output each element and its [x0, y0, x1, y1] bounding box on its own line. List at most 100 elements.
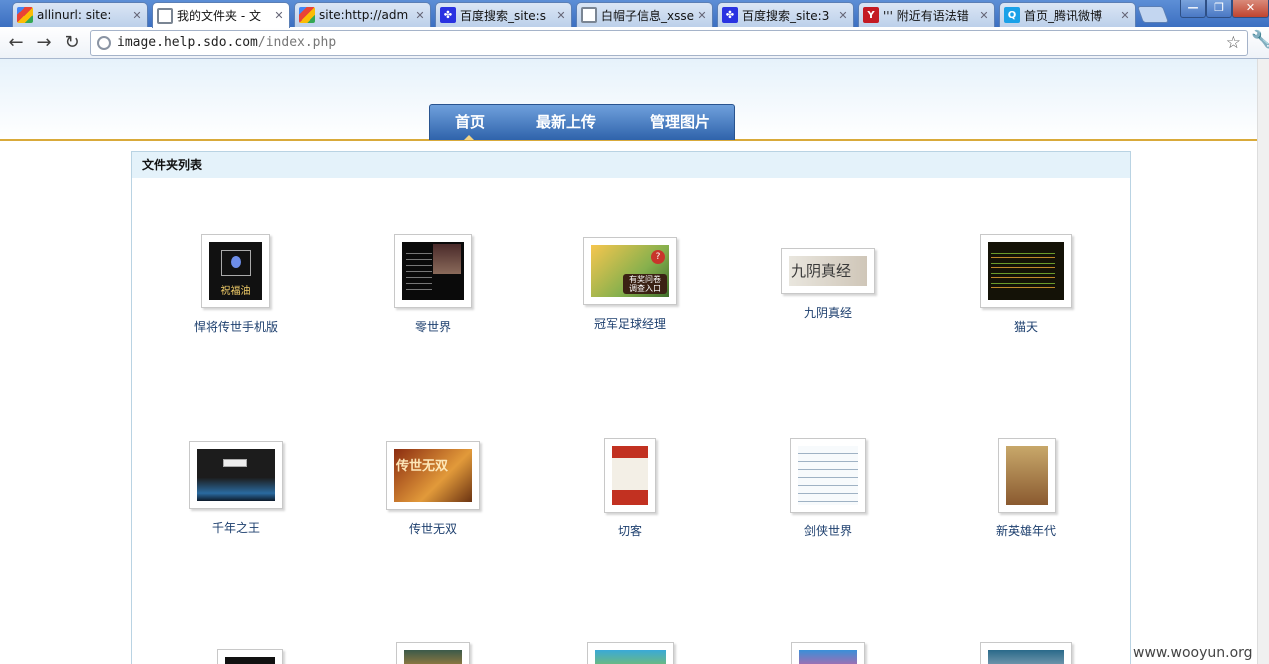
active-tab-pointer	[464, 135, 474, 140]
qq-icon: Q	[1004, 7, 1020, 23]
folder-label[interactable]: 悍将传世手机版	[194, 318, 278, 335]
watermark-text: www.wooyun.org	[1133, 645, 1253, 661]
tab-title: allinurl: site:	[37, 8, 112, 22]
tab-title: 百度搜索_site:3	[742, 8, 830, 23]
close-icon[interactable]: ✕	[1119, 9, 1131, 22]
tab-site-adm[interactable]: site:http://adm ✕	[294, 2, 431, 27]
close-icon[interactable]: ✕	[414, 9, 426, 22]
close-icon[interactable]: ✕	[978, 9, 990, 22]
wrench-icon[interactable]: 🔧	[1251, 30, 1269, 50]
tab-title: 我的文件夹 - 文	[177, 9, 261, 23]
thumb-caption: 祝福油	[220, 286, 251, 297]
thumb-caption: 九阴真经	[791, 262, 852, 280]
address-bar[interactable]: image.help.sdo.com/index.php ☆	[90, 30, 1248, 56]
globe-icon	[97, 36, 111, 50]
url-text[interactable]: image.help.sdo.com/index.php	[117, 35, 336, 50]
folder-thumbnail[interactable]	[394, 234, 472, 308]
close-icon[interactable]: ✕	[131, 9, 143, 22]
folder-thumbnail[interactable]	[980, 234, 1072, 308]
thumbnail-image: 传世无双	[394, 449, 472, 502]
url-path: /index.php	[257, 35, 337, 50]
folder-label[interactable]: 传世无双	[409, 520, 457, 537]
panel-title: 文件夹列表	[132, 152, 1130, 178]
close-icon[interactable]: ✕	[555, 9, 567, 22]
folder-thumbnail[interactable]	[189, 441, 283, 509]
thumbnail-image	[1006, 446, 1048, 505]
folder-label[interactable]: 冠军足球经理	[594, 315, 666, 332]
close-icon[interactable]: ✕	[273, 9, 285, 22]
folder-thumbnail[interactable]	[790, 438, 866, 513]
new-tab-button[interactable]	[1136, 6, 1170, 23]
thumbnail-image	[595, 650, 666, 664]
nav-manage-images[interactable]: 管理图片	[632, 105, 728, 141]
main-nav: 首页 最新上传 管理图片	[429, 104, 735, 140]
minimize-button[interactable]: —	[1180, 0, 1206, 18]
folder-thumbnail[interactable]	[396, 642, 470, 664]
globe-icon	[581, 7, 597, 23]
thumbnail-image: 祝福油	[209, 242, 262, 300]
tab-baidu-search-1[interactable]: ✤ 百度搜索_site:s ✕	[435, 2, 572, 27]
reload-button[interactable]: ↻	[60, 31, 84, 55]
google-icon	[299, 7, 315, 23]
thumbnail-image: 九阴真经	[789, 256, 867, 286]
page-scrollbar[interactable]	[1257, 59, 1269, 664]
close-icon[interactable]: ✕	[837, 9, 849, 22]
tab-title: ''' 附近有语法错	[883, 8, 969, 23]
yahoo-icon: Y	[863, 7, 879, 23]
maximize-button[interactable]: ❐	[1206, 0, 1232, 18]
url-host: image.help.sdo.com	[117, 35, 258, 50]
thumbnail-image	[612, 446, 648, 505]
thumb-caption: 有奖问卷 调查入口	[623, 274, 667, 294]
browser-titlebar: allinurl: site: ✕ 我的文件夹 - 文 ✕ site:http:…	[0, 0, 1269, 28]
tab-syntax-error[interactable]: Y ''' 附近有语法错 ✕	[858, 2, 995, 27]
tab-whitehat[interactable]: 白帽子信息_xsse ✕	[576, 2, 713, 27]
folder-thumbnail[interactable]: ? 有奖问卷 调查入口	[583, 237, 677, 305]
forward-button[interactable]: →	[32, 31, 56, 55]
google-icon	[17, 7, 33, 23]
thumbnail-image	[798, 446, 858, 505]
thumbnail-image	[402, 242, 464, 300]
folder-label[interactable]: 九阴真经	[804, 304, 852, 321]
page-content: 首页 最新上传 管理图片 文件夹列表 祝福油 悍将传世手机版 零世界 ? 有奖问…	[0, 59, 1269, 664]
folder-thumbnail[interactable]	[998, 438, 1056, 513]
folder-label[interactable]: 切客	[618, 522, 642, 539]
close-icon[interactable]: ✕	[696, 9, 708, 22]
folder-thumbnail[interactable]: 祝福油	[201, 234, 270, 308]
browser-toolbar: ← → ↻ image.help.sdo.com/index.php ☆ 🔧	[0, 27, 1269, 59]
folder-thumbnail[interactable]	[791, 642, 865, 664]
tab-tencent-weibo[interactable]: Q 首页_腾讯微博 ✕	[999, 2, 1136, 27]
nav-latest-uploads[interactable]: 最新上传	[520, 105, 612, 141]
tab-title: 白帽子信息_xsse	[601, 8, 694, 23]
folder-label[interactable]: 猫天	[1014, 318, 1038, 335]
folder-thumbnail[interactable]	[587, 642, 674, 664]
tab-baidu-search-2[interactable]: ✤ 百度搜索_site:3 ✕	[717, 2, 854, 27]
folder-thumbnail[interactable]	[604, 438, 656, 513]
tab-title: 首页_腾讯微博	[1024, 8, 1103, 23]
thumbnail-image	[988, 242, 1064, 300]
baidu-icon: ✤	[722, 7, 738, 23]
folder-label[interactable]: 零世界	[415, 318, 451, 335]
thumbnail-image	[225, 657, 275, 664]
folder-label[interactable]: 剑侠世界	[804, 522, 852, 539]
tab-title: site:http://adm	[319, 8, 409, 22]
folder-label[interactable]: 新英雄年代	[996, 522, 1056, 539]
thumbnail-image	[197, 449, 275, 501]
tab-title: 百度搜索_site:s	[460, 8, 546, 23]
window-close-button[interactable]: ✕	[1232, 0, 1269, 18]
globe-icon	[157, 7, 173, 24]
tab-allinurl[interactable]: allinurl: site: ✕	[12, 2, 148, 27]
folder-label[interactable]: 千年之王	[212, 519, 260, 536]
star-icon[interactable]: ☆	[1226, 33, 1241, 53]
thumbnail-image	[799, 650, 857, 664]
baidu-icon: ✤	[440, 7, 456, 23]
thumbnail-image: ? 有奖问卷 调查入口	[591, 245, 669, 297]
folder-thumbnail[interactable]: 传世无双	[386, 441, 480, 510]
folder-thumbnail[interactable]	[980, 642, 1072, 664]
back-button[interactable]: ←	[4, 31, 28, 55]
thumbnail-image	[404, 650, 462, 664]
folder-list-panel: 文件夹列表 祝福油 悍将传世手机版 零世界 ? 有奖问卷 调查入口 冠军足球经理	[131, 151, 1131, 664]
tab-my-folders[interactable]: 我的文件夹 - 文 ✕	[152, 2, 290, 28]
folder-thumbnail[interactable]: 九阴真经	[781, 248, 875, 294]
folder-thumbnail[interactable]	[217, 649, 283, 664]
thumbnail-image	[988, 650, 1064, 664]
